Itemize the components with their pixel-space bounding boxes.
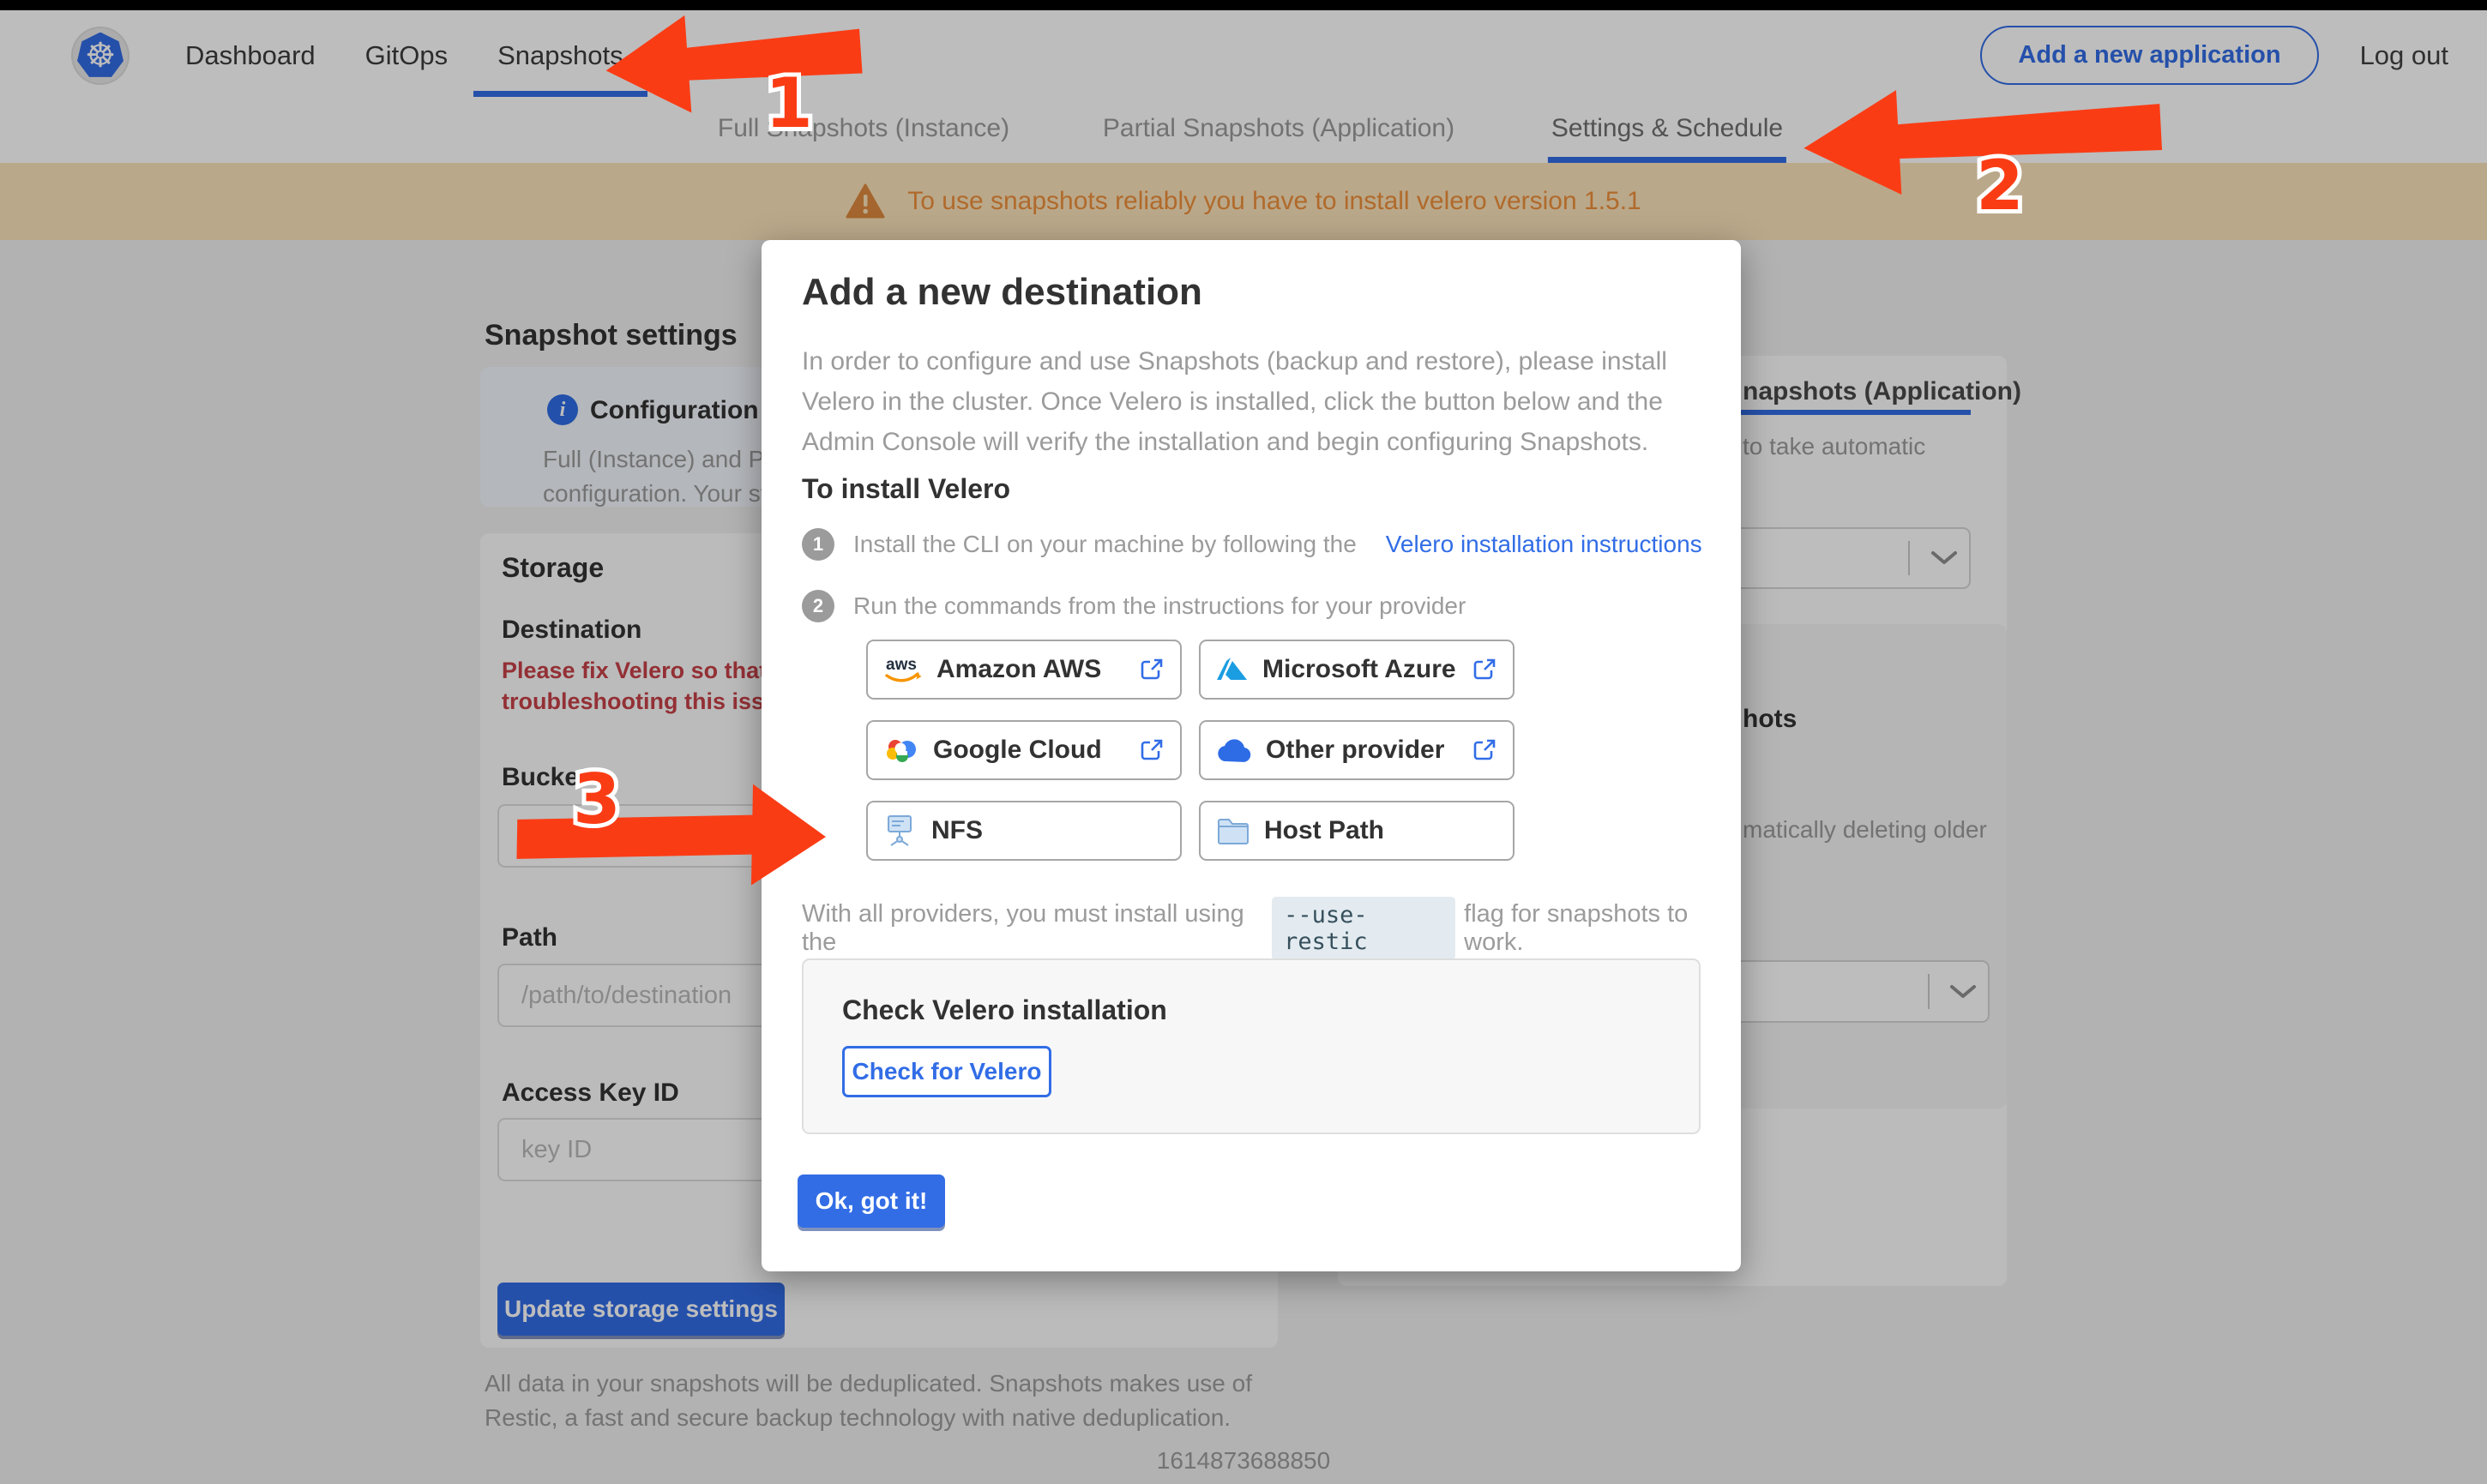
external-link-icon bbox=[1472, 737, 1497, 763]
restic-note: With all providers, you must install usi… bbox=[802, 897, 1741, 960]
modal-intro: In order to configure and use Snapshots … bbox=[802, 341, 1667, 462]
install-step-1: 1 Install the CLI on your machine by fol… bbox=[802, 528, 1702, 561]
provider-name: NFS bbox=[931, 816, 1165, 845]
provider-name: Other provider bbox=[1266, 736, 1458, 765]
provider-grid: aws Amazon AWS Microsoft Azure bbox=[866, 640, 1518, 861]
provider-nfs-button[interactable]: NFS bbox=[866, 801, 1182, 861]
provider-name: Amazon AWS bbox=[936, 655, 1125, 684]
check-for-velero-button[interactable]: Check for Velero bbox=[842, 1046, 1051, 1097]
svg-text:1: 1 bbox=[765, 63, 813, 143]
external-link-icon bbox=[1139, 737, 1165, 763]
step-2-text: Run the commands from the instructions f… bbox=[853, 592, 1466, 620]
step-1-badge: 1 bbox=[802, 528, 834, 561]
provider-name: Microsoft Azure bbox=[1262, 655, 1458, 684]
svg-text:2: 2 bbox=[1976, 146, 2024, 225]
azure-logo-icon bbox=[1216, 655, 1249, 684]
check-velero-title: Check Velero installation bbox=[842, 994, 1167, 1026]
restic-note-pre: With all providers, you must install usi… bbox=[802, 900, 1263, 957]
external-link-icon bbox=[1472, 657, 1497, 682]
svg-text:aws: aws bbox=[886, 656, 917, 674]
annotation-number-1: 1 bbox=[748, 57, 830, 146]
provider-name: Host Path bbox=[1264, 816, 1497, 845]
install-step-2: 2 Run the commands from the instructions… bbox=[802, 590, 1466, 622]
cloud-icon bbox=[1216, 737, 1252, 763]
aws-logo-icon: aws bbox=[883, 655, 923, 684]
provider-other-button[interactable]: Other provider bbox=[1199, 720, 1514, 780]
modal-intro-line1: In order to configure and use Snapshots … bbox=[802, 341, 1667, 382]
check-velero-section: Check Velero installation Check for Vele… bbox=[802, 958, 1701, 1134]
provider-name: Google Cloud bbox=[933, 736, 1125, 765]
folder-icon bbox=[1216, 816, 1250, 845]
provider-host-path-button[interactable]: Host Path bbox=[1199, 801, 1514, 861]
annotation-number-2: 2 bbox=[1959, 139, 2041, 228]
svg-text:3: 3 bbox=[573, 760, 621, 839]
step-1-text: Install the CLI on your machine by follo… bbox=[853, 531, 1357, 558]
modal-intro-line2: Velero in the cluster. Once Velero is in… bbox=[802, 382, 1667, 422]
modal-title: Add a new destination bbox=[802, 271, 1202, 314]
provider-amazon-aws-button[interactable]: aws Amazon AWS bbox=[866, 640, 1182, 700]
install-velero-heading: To install Velero bbox=[802, 473, 1010, 505]
step-2-badge: 2 bbox=[802, 590, 834, 622]
external-link-icon bbox=[1139, 657, 1165, 682]
velero-instructions-link[interactable]: Velero installation instructions bbox=[1386, 531, 1702, 558]
google-cloud-logo-icon bbox=[883, 736, 919, 764]
screen: ☸ Dashboard GitOps Snapshots Add a new a… bbox=[0, 0, 2487, 1484]
provider-google-cloud-button[interactable]: Google Cloud bbox=[866, 720, 1182, 780]
restic-note-post: flag for snapshots to work. bbox=[1464, 900, 1741, 957]
annotation-number-3: 3 bbox=[556, 753, 638, 842]
provider-microsoft-azure-button[interactable]: Microsoft Azure bbox=[1199, 640, 1514, 700]
add-destination-modal: Add a new destination In order to config… bbox=[762, 240, 1741, 1271]
ok-got-it-button[interactable]: Ok, got it! bbox=[798, 1175, 945, 1228]
nfs-network-drive-icon bbox=[883, 814, 918, 848]
modal-intro-line3: Admin Console will verify the installati… bbox=[802, 422, 1667, 462]
use-restic-flag-chip: --use-restic bbox=[1272, 897, 1455, 960]
